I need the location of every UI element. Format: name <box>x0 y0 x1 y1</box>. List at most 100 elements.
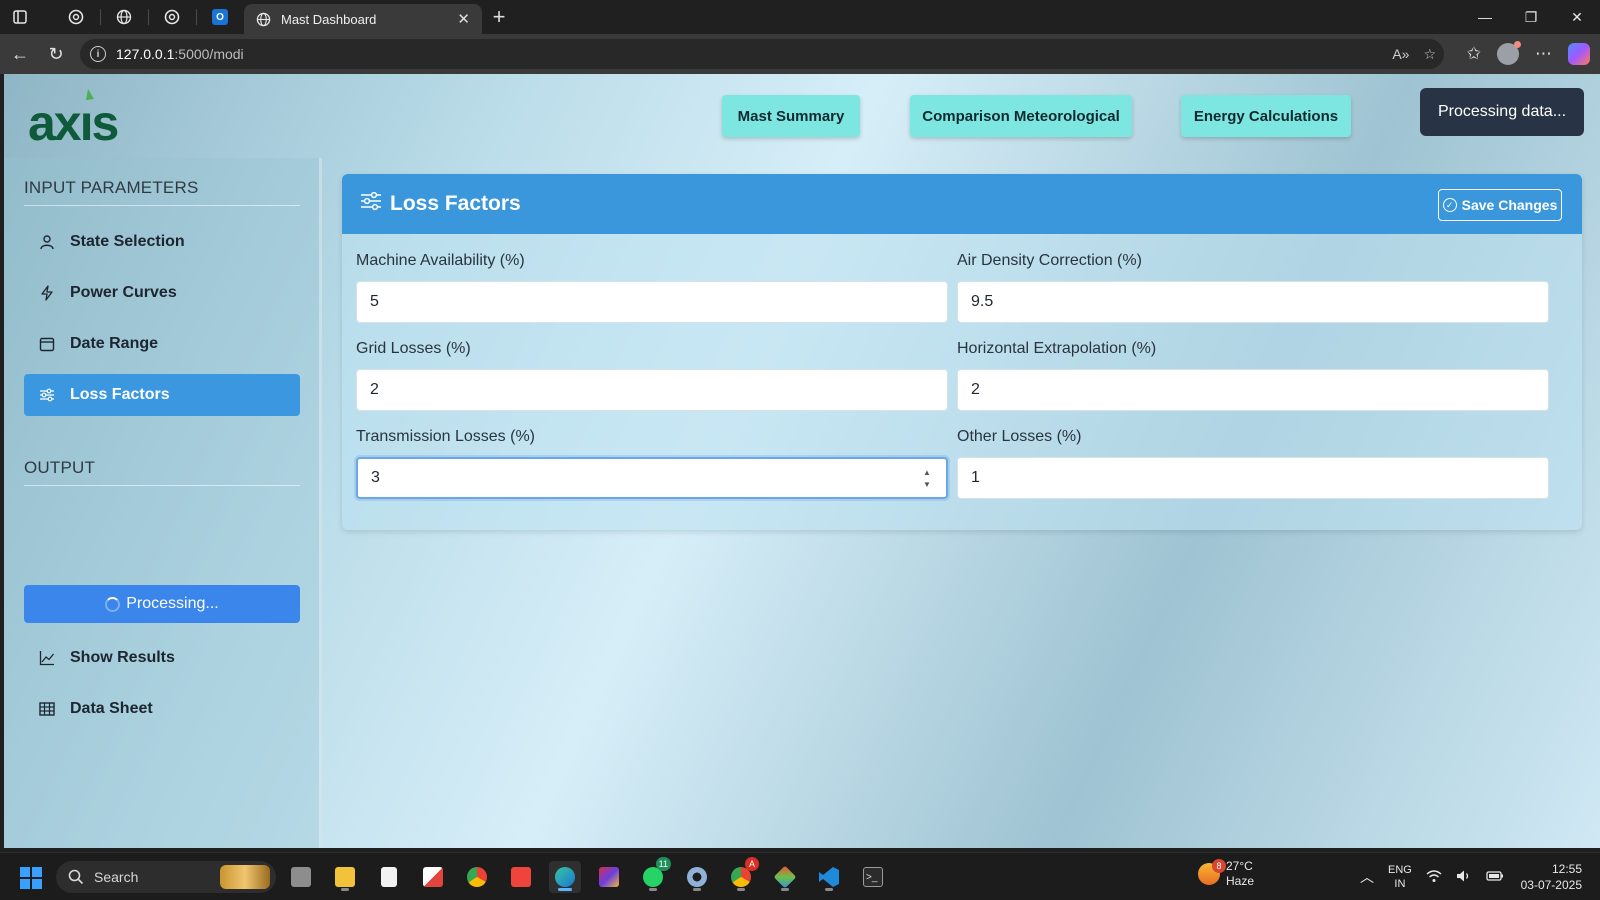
taskbar-search[interactable]: Search <box>56 861 276 893</box>
horizontal-extrapolation-input[interactable]: 2 <box>957 369 1549 411</box>
sidebar-item-date-range[interactable]: Date Range <box>24 323 300 365</box>
pinned-tab-openai[interactable] <box>52 0 100 34</box>
file-explorer-app[interactable] <box>329 861 361 893</box>
sidebar-item-data-sheet[interactable]: Data Sheet <box>24 688 300 730</box>
edge-app[interactable] <box>549 861 581 893</box>
tab-mast-dashboard[interactable]: Mast Dashboard ✕ <box>244 4 482 34</box>
sidebar-item-show-results[interactable]: Show Results <box>24 637 300 679</box>
spinner-icon <box>105 596 121 612</box>
snipping-tool-app[interactable] <box>417 861 449 893</box>
task-view-app[interactable] <box>285 861 317 893</box>
other-losses-input[interactable]: 1 <box>957 457 1549 499</box>
openai-icon <box>68 9 84 25</box>
chrome-profile-badge: A <box>745 857 759 871</box>
panel-header: Loss Factors ✓ Save Changes <box>342 174 1582 234</box>
search-label: Search <box>94 869 139 885</box>
sidebar-item-state-selection[interactable]: State Selection <box>24 221 300 263</box>
gear-icon <box>687 867 707 887</box>
paint-app[interactable] <box>593 861 625 893</box>
person-icon <box>38 233 56 251</box>
weather-description: Haze <box>1226 874 1255 888</box>
chrome-profile-app[interactable]: A <box>725 857 759 893</box>
language-code: ENG <box>1388 864 1412 876</box>
vscode-app[interactable] <box>813 861 845 893</box>
battery-icon[interactable] <box>1486 870 1504 885</box>
wifi-icon[interactable] <box>1426 869 1442 886</box>
windows-start-icon[interactable] <box>20 867 42 889</box>
processing-button[interactable]: Processing... <box>24 585 300 623</box>
stepper-up-icon[interactable]: ▲ <box>923 468 931 478</box>
input-parameters-heading: INPUT PARAMETERS <box>24 178 199 197</box>
minimize-icon[interactable]: — <box>1462 0 1508 34</box>
transmission-losses-value: 3 <box>371 469 380 486</box>
energy-calculations-button[interactable]: Energy Calculations <box>1181 95 1351 137</box>
clock[interactable]: 12:55 03-07-2025 <box>1521 861 1582 893</box>
anydesk-app[interactable] <box>505 861 537 893</box>
sidebar: INPUT PARAMETERS State Selection Power C… <box>4 158 322 848</box>
sidebar-item-power-curves[interactable]: Power Curves <box>24 272 300 314</box>
save-changes-button[interactable]: ✓ Save Changes <box>1438 189 1562 221</box>
stepper-down-icon[interactable]: ▼ <box>923 480 931 490</box>
other-losses-label: Other Losses (%) <box>957 428 1082 445</box>
notepad-app[interactable] <box>373 861 405 893</box>
pinned-tab-outlook[interactable]: O <box>196 0 244 34</box>
sliders-icon <box>38 386 56 404</box>
axis-logo[interactable]: axıs <box>28 86 128 151</box>
sidebar-item-label: Data Sheet <box>70 700 153 717</box>
chrome-app[interactable] <box>461 861 493 893</box>
restore-icon[interactable]: ❐ <box>1508 0 1554 34</box>
region-code: IN <box>1394 878 1406 890</box>
whatsapp-app[interactable]: 11 <box>637 857 671 893</box>
lightning-icon <box>38 284 56 302</box>
sidebar-item-label: Date Range <box>70 335 159 352</box>
profile-avatar[interactable] <box>1497 41 1521 65</box>
clock-time: 12:55 <box>1551 862 1582 876</box>
transmission-losses-input[interactable]: 3 ▲ ▼ <box>356 457 948 499</box>
pinned-tab-web[interactable] <box>100 0 148 34</box>
edge-icon <box>555 867 575 887</box>
search-highlight-image <box>220 865 270 889</box>
air-density-correction-input[interactable]: 9.5 <box>957 281 1549 323</box>
mast-summary-button[interactable]: Mast Summary <box>722 95 860 137</box>
refresh-icon[interactable]: ↻ <box>38 36 74 72</box>
output-heading: OUTPUT <box>24 458 96 477</box>
processing-status-button[interactable]: Processing data... <box>1420 88 1584 136</box>
read-aloud-icon[interactable]: A» <box>1392 46 1409 62</box>
globe-icon <box>116 9 132 25</box>
site-info-icon[interactable]: i <box>90 46 106 62</box>
close-tab-icon[interactable]: ✕ <box>457 10 470 28</box>
tab-title: Mast Dashboard <box>281 11 377 27</box>
back-icon[interactable]: ← <box>2 36 38 72</box>
terminal-app[interactable]: >_ <box>857 861 889 893</box>
sidebar-toggle-icon[interactable] <box>8 5 32 29</box>
copilot-icon[interactable] <box>1568 43 1590 65</box>
language-indicator[interactable]: ENG IN <box>1388 863 1412 891</box>
comparison-meteorological-button[interactable]: Comparison Meteorological <box>910 95 1132 137</box>
pinned-tab-openai-2[interactable] <box>148 0 196 34</box>
machine-availability-input[interactable]: 5 <box>356 281 948 323</box>
weather-widget[interactable]: 8 27°C Haze <box>1198 859 1254 889</box>
sliders-icon <box>360 191 382 217</box>
new-tab-button[interactable]: + <box>482 0 516 34</box>
sidebar-item-loss-factors[interactable]: Loss Factors <box>24 374 300 416</box>
more-menu-icon[interactable]: ⋯ <box>1535 44 1552 64</box>
git-app[interactable] <box>769 861 801 893</box>
chrome-icon <box>467 867 487 887</box>
volume-icon[interactable] <box>1456 869 1472 886</box>
close-window-icon[interactable]: ✕ <box>1554 0 1600 34</box>
whatsapp-badge: 11 <box>655 857 671 871</box>
grid-losses-input[interactable]: 2 <box>356 369 948 411</box>
horizontal-extrapolation-label: Horizontal Extrapolation (%) <box>957 340 1157 357</box>
sidebar-item-label: Power Curves <box>70 284 177 301</box>
chevron-up-icon[interactable]: ︿ <box>1360 867 1374 887</box>
favorites-icon[interactable]: ✩ <box>1467 44 1481 64</box>
favorite-star-icon[interactable]: ☆ <box>1423 46 1436 63</box>
settings-app[interactable] <box>681 861 713 893</box>
weather-temperature: 27°C <box>1226 859 1253 873</box>
line-chart-icon <box>38 649 56 667</box>
url-field[interactable]: i 127.0.0.1:5000/modi A» ☆ <box>80 39 1444 69</box>
task-view-icon <box>291 867 311 887</box>
number-stepper[interactable]: ▲ ▼ <box>922 468 932 490</box>
table-icon <box>38 700 56 718</box>
outlook-icon: O <box>212 9 228 25</box>
